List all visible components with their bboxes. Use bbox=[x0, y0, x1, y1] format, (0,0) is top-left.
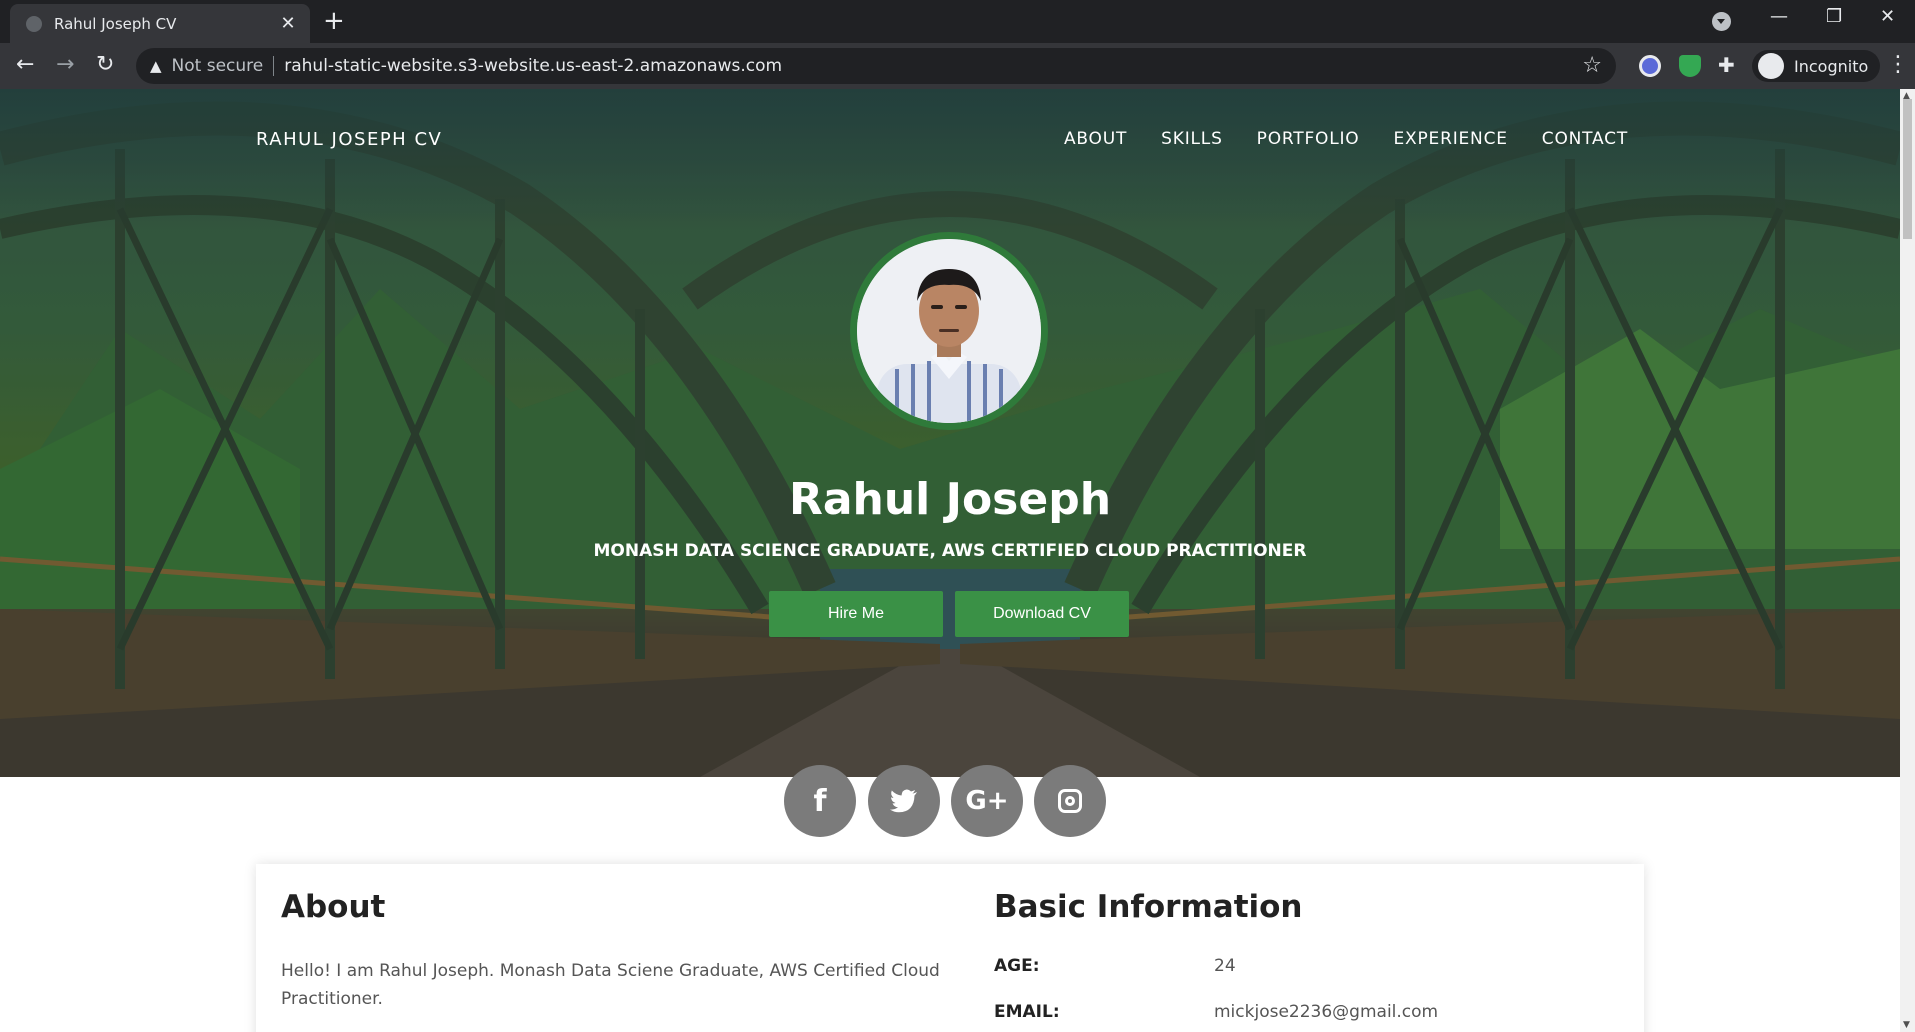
about-card: About Hello! I am Rahul Joseph. Monash D… bbox=[256, 864, 1644, 1032]
tab-search-icon[interactable] bbox=[1712, 12, 1731, 31]
url-text[interactable]: rahul-static-website.s3-website.us-east-… bbox=[284, 56, 782, 76]
info-label: EMAIL: bbox=[994, 1002, 1060, 1022]
profile-label: Incognito bbox=[1794, 56, 1869, 76]
restore-icon[interactable]: ❐ bbox=[1826, 6, 1842, 27]
main-nav: ABOUT SKILLS PORTFOLIO EXPERIENCE CONTAC… bbox=[1064, 129, 1628, 149]
security-status[interactable]: Not secure bbox=[172, 56, 264, 76]
back-icon[interactable]: ← bbox=[16, 52, 34, 78]
nav-experience[interactable]: EXPERIENCE bbox=[1394, 129, 1508, 149]
scroll-thumb[interactable] bbox=[1903, 99, 1912, 239]
instagram-icon[interactable] bbox=[1034, 765, 1106, 837]
nav-contact[interactable]: CONTACT bbox=[1542, 129, 1628, 149]
extension-shield-icon[interactable] bbox=[1679, 55, 1701, 77]
forward-icon[interactable]: → bbox=[56, 52, 74, 78]
minimize-icon[interactable]: — bbox=[1770, 6, 1788, 27]
info-label: AGE: bbox=[994, 956, 1040, 976]
browser-toolbar: ← → ↻ ▲ Not secure rahul-static-website.… bbox=[0, 43, 1915, 89]
download-cv-button[interactable]: Download CV bbox=[955, 591, 1129, 637]
hero-section: RAHUL JOSEPH CV ABOUT SKILLS PORTFOLIO E… bbox=[0, 89, 1900, 777]
new-tab-button[interactable]: + bbox=[323, 7, 345, 35]
bookmark-star-icon[interactable]: ☆ bbox=[1582, 53, 1602, 78]
twitter-icon[interactable] bbox=[868, 765, 940, 837]
browser-tab[interactable]: Rahul Joseph CV ✕ bbox=[10, 4, 310, 43]
nav-about[interactable]: ABOUT bbox=[1064, 129, 1127, 149]
instagram-camera-icon bbox=[1058, 789, 1082, 813]
hero-subtitle: MONASH DATA SCIENCE GRADUATE, AWS CERTIF… bbox=[593, 541, 1307, 561]
profile-avatar bbox=[850, 232, 1048, 430]
about-heading: About bbox=[281, 889, 386, 925]
info-row-email: EMAIL: mickjose2236@gmail.com bbox=[994, 1002, 1614, 1022]
extension-blocker-icon[interactable] bbox=[1639, 55, 1661, 77]
reload-icon[interactable]: ↻ bbox=[96, 52, 114, 78]
facebook-icon[interactable]: f bbox=[784, 765, 856, 837]
address-bar[interactable]: ▲ Not secure rahul-static-website.s3-web… bbox=[136, 48, 1616, 84]
hero-overlay bbox=[0, 89, 1900, 777]
basic-info-heading: Basic Information bbox=[994, 889, 1303, 925]
nav-portfolio[interactable]: PORTFOLIO bbox=[1257, 129, 1360, 149]
hire-me-button[interactable]: Hire Me bbox=[769, 591, 943, 637]
about-text: Hello! I am Rahul Joseph. Monash Data Sc… bbox=[281, 961, 940, 1009]
twitter-bird-icon bbox=[890, 789, 917, 813]
close-window-icon[interactable]: ✕ bbox=[1880, 6, 1895, 27]
incognito-profile-button[interactable]: Incognito bbox=[1752, 50, 1881, 82]
site-brand[interactable]: RAHUL JOSEPH CV bbox=[256, 129, 442, 150]
page-scrollbar[interactable]: ▲ ▼ bbox=[1900, 89, 1915, 1032]
divider bbox=[273, 56, 275, 76]
page-viewport: RAHUL JOSEPH CV ABOUT SKILLS PORTFOLIO E… bbox=[0, 89, 1915, 1032]
browser-tab-bar: Rahul Joseph CV ✕ + — ❐ ✕ bbox=[0, 0, 1915, 43]
incognito-icon bbox=[1758, 53, 1784, 79]
nav-skills[interactable]: SKILLS bbox=[1161, 129, 1223, 149]
scroll-down-icon[interactable]: ▼ bbox=[1903, 1020, 1910, 1030]
google-plus-icon[interactable]: G+ bbox=[951, 765, 1023, 837]
info-row-age: AGE: 24 bbox=[994, 956, 1614, 976]
tab-title: Rahul Joseph CV bbox=[54, 14, 177, 33]
extensions-puzzle-icon[interactable]: ✚ bbox=[1718, 53, 1735, 77]
menu-icon[interactable]: ⋮ bbox=[1887, 52, 1909, 77]
info-value[interactable]: mickjose2236@gmail.com bbox=[1214, 1002, 1438, 1022]
globe-icon bbox=[26, 15, 42, 32]
close-tab-icon[interactable]: ✕ bbox=[278, 13, 298, 34]
warning-icon[interactable]: ▲ bbox=[150, 57, 162, 75]
info-value: 24 bbox=[1214, 956, 1236, 976]
hero-name: Rahul Joseph bbox=[788, 474, 1112, 525]
